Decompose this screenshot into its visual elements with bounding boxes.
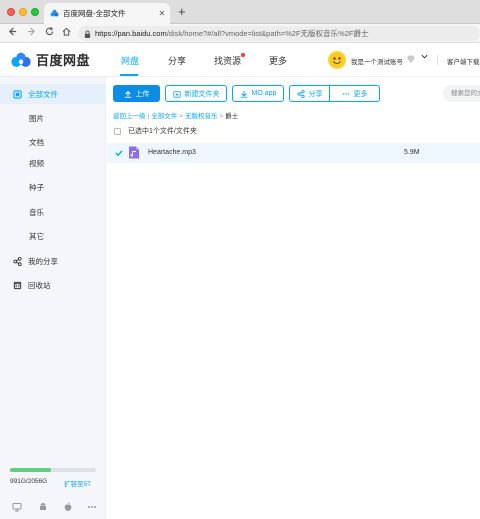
sidebar-item-label: 回收站	[28, 280, 51, 290]
folder-icon	[13, 89, 22, 99]
forward-arrow-icon[interactable]	[27, 27, 36, 39]
baidu-pan-logo-icon	[11, 52, 31, 67]
app-header: 百度网盘 网盘 分享 找资源 更多 我是一个测试账号 客户端下载	[0, 44, 480, 77]
selection-count-text: 已选中1个文件/文件夹	[128, 128, 197, 135]
sidebar-item-label: 视频	[29, 158, 44, 168]
select-all-checkbox[interactable]	[114, 127, 121, 135]
logo-text: 百度网盘	[36, 53, 91, 68]
active-nav-underline	[120, 74, 138, 76]
sidebar-item-my-share[interactable]: 我的分享	[0, 251, 106, 271]
close-window-button[interactable]	[7, 8, 15, 16]
desktop-icon[interactable]	[12, 502, 22, 512]
breadcrumb-item-all-files[interactable]: 全部文件	[151, 113, 177, 120]
breadcrumb-arrow: >	[219, 113, 224, 120]
file-name[interactable]: Heartache.mp3	[148, 149, 196, 156]
select-all-row: 已选中1个文件/文件夹	[114, 126, 197, 136]
header-divider	[437, 55, 438, 65]
sidebar-item-label: 我的分享	[28, 256, 58, 266]
storage-quota-bar	[10, 468, 96, 472]
storage-quota-fill	[10, 468, 52, 472]
breadcrumb-back-link[interactable]: 返回上一级	[113, 113, 146, 120]
address-bar-row: https://pan.baidu.com/disk/home?#/all?vm…	[0, 24, 480, 43]
url-field[interactable]: https://pan.baidu.com/disk/home?#/all?vm…	[78, 26, 480, 41]
tab-close-icon[interactable]: ✕	[156, 9, 168, 18]
minimize-window-button[interactable]	[19, 8, 27, 16]
share-icon	[296, 89, 305, 98]
more-button[interactable]: 更多	[329, 85, 380, 102]
mo-app-label: MO.app	[251, 90, 277, 97]
sidebar: 全部文件 图片 文档 视频 种子 音乐 其它 我的分享 回收站 991G/205…	[0, 77, 106, 519]
share-button[interactable]: 分享	[289, 85, 330, 102]
sidebar-item-all-files[interactable]: 全部文件	[0, 84, 106, 104]
table-row[interactable]: Heartache.mp3 5.9M	[107, 143, 480, 163]
sidebar-item-documents[interactable]: 文档	[0, 132, 106, 152]
storage-quota-text: 991G/2056G	[10, 478, 48, 485]
upload-button[interactable]: 上传	[113, 85, 160, 102]
upload-label: 上传	[135, 90, 150, 98]
new-tab-button[interactable]: +	[178, 4, 186, 20]
sidebar-item-videos[interactable]: 视频	[0, 153, 106, 173]
more-dots-icon[interactable]	[87, 502, 97, 512]
sidebar-item-label: 音乐	[29, 207, 44, 217]
vip-diamond-icon	[407, 55, 415, 63]
breadcrumb-arrow: >	[179, 113, 183, 120]
notification-dot	[241, 53, 245, 57]
more-label: 更多	[353, 90, 368, 98]
share-label: 分享	[308, 90, 323, 98]
browser-tab-bar: 百度网盘-全部文件 ✕ +	[0, 0, 480, 24]
new-folder-label: 新建文件夹	[184, 90, 220, 98]
checkmark-icon[interactable]	[115, 149, 123, 157]
breadcrumb-current: 爵士	[225, 113, 239, 120]
sidebar-item-label: 其它	[29, 231, 44, 241]
zoom-window-button[interactable]	[31, 8, 39, 16]
nav-netdisk[interactable]: 网盘	[121, 54, 139, 67]
sidebar-item-label: 图片	[29, 113, 44, 123]
user-name[interactable]: 我是一个测试账号	[351, 56, 403, 66]
breadcrumb-separator: |	[147, 113, 150, 120]
new-folder-icon	[172, 90, 181, 98]
tab-title: 百度网盘-全部文件	[63, 9, 126, 18]
file-size: 5.9M	[404, 149, 420, 156]
breadcrumb-item-music[interactable]: 无版权音乐	[185, 113, 218, 120]
browser-tab[interactable]: 百度网盘-全部文件 ✕	[44, 3, 170, 24]
nav-find-resources[interactable]: 找资源	[214, 54, 241, 67]
client-download-link[interactable]: 客户端下载	[447, 56, 480, 66]
upload-icon	[124, 90, 131, 98]
logo[interactable]: 百度网盘	[10, 50, 90, 69]
android-icon[interactable]	[38, 502, 48, 512]
lock-icon	[84, 30, 91, 38]
home-icon[interactable]	[62, 27, 71, 39]
sidebar-item-label: 全部文件	[28, 89, 58, 99]
sidebar-item-label: 种子	[29, 182, 44, 192]
apple-icon[interactable]	[63, 502, 73, 512]
sidebar-item-label: 文档	[29, 137, 44, 147]
sidebar-item-torrents[interactable]: 种子	[0, 177, 106, 197]
search-input[interactable]: 搜索您的文件	[443, 85, 480, 102]
reload-icon[interactable]	[45, 27, 54, 39]
breadcrumb: 返回上一级 | 全部文件 > 无版权音乐 > 爵士	[113, 110, 238, 120]
download-icon	[240, 90, 247, 98]
sidebar-item-images[interactable]: 图片	[0, 108, 106, 128]
back-arrow-icon[interactable]	[8, 27, 17, 39]
url-host: https://pan.baidu.com	[95, 29, 167, 38]
sidebar-item-recycle-bin[interactable]: 回收站	[0, 275, 106, 295]
trash-icon	[13, 281, 22, 289]
audio-file-icon	[129, 146, 139, 159]
url-path: /disk/home?#/all?vmode=list&path=%2F无版权音…	[166, 29, 369, 38]
storage-upgrade-link[interactable]: 扩容至5T	[64, 478, 91, 488]
baidu-pan-favicon-icon	[50, 9, 59, 17]
more-dots-icon	[342, 92, 349, 95]
nav-more[interactable]: 更多	[269, 54, 287, 67]
mo-app-download-button[interactable]: MO.app	[232, 85, 284, 102]
nav-share[interactable]: 分享	[168, 54, 186, 67]
sidebar-item-music[interactable]: 音乐	[0, 202, 106, 222]
share-icon	[13, 256, 22, 266]
avatar[interactable]	[328, 51, 346, 69]
new-folder-button[interactable]: 新建文件夹	[165, 85, 227, 102]
sidebar-item-other[interactable]: 其它	[0, 226, 106, 246]
chevron-down-icon[interactable]	[421, 53, 428, 62]
smiley-avatar-icon	[329, 52, 345, 68]
